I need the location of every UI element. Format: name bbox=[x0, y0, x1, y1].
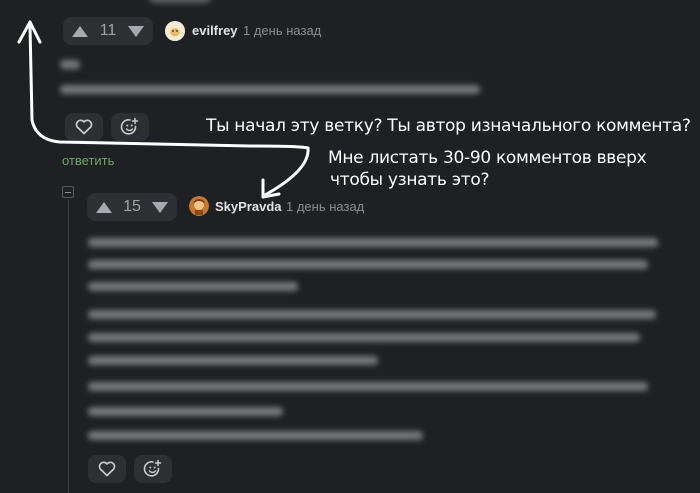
username[interactable]: SkyPravda bbox=[215, 199, 282, 214]
vote-control: 15 bbox=[87, 193, 177, 221]
blurred-text bbox=[88, 407, 283, 416]
blurred-text bbox=[88, 382, 648, 391]
emoji-add-icon bbox=[120, 117, 139, 135]
blurred-text bbox=[88, 356, 378, 365]
react-button[interactable] bbox=[134, 455, 172, 483]
thread-line bbox=[68, 200, 69, 493]
blurred-text bbox=[88, 238, 658, 247]
collapse-icon[interactable] bbox=[62, 186, 74, 198]
timestamp[interactable]: 1 день назад bbox=[286, 199, 364, 214]
heart-icon bbox=[75, 119, 93, 135]
arrow-down-icon[interactable] bbox=[151, 201, 168, 213]
reply-link[interactable]: ответить bbox=[62, 153, 114, 168]
annotation-text: чтобы узнать это? bbox=[330, 170, 490, 190]
blurred-text bbox=[60, 60, 80, 69]
arrow-up-icon[interactable] bbox=[96, 201, 112, 213]
vote-count: 15 bbox=[123, 198, 141, 215]
avatar[interactable] bbox=[189, 196, 209, 216]
blurred-text-top bbox=[150, 0, 210, 3]
blurred-text bbox=[88, 310, 656, 319]
annotation-text: Мне листать 30-90 комментов вверх bbox=[328, 148, 647, 168]
vote-control: 11 bbox=[63, 17, 153, 45]
like-button[interactable] bbox=[88, 455, 126, 483]
emoji-add-icon bbox=[143, 459, 162, 477]
blurred-text bbox=[60, 85, 480, 94]
arrow-down-icon[interactable] bbox=[127, 25, 144, 37]
vote-count: 11 bbox=[99, 22, 117, 39]
blurred-text bbox=[88, 260, 648, 269]
heart-icon bbox=[98, 461, 116, 477]
avatar[interactable] bbox=[165, 21, 185, 41]
blurred-text bbox=[88, 333, 640, 342]
react-button[interactable] bbox=[111, 113, 149, 141]
arrow-up-icon[interactable] bbox=[72, 25, 88, 37]
blurred-text bbox=[88, 282, 298, 291]
blurred-text bbox=[88, 431, 423, 440]
username[interactable]: evilfrey bbox=[192, 23, 238, 38]
timestamp[interactable]: 1 день назад bbox=[243, 23, 321, 38]
like-button[interactable] bbox=[65, 113, 103, 141]
annotation-text: Ты начал эту ветку? Ты автор изначальног… bbox=[206, 116, 691, 136]
